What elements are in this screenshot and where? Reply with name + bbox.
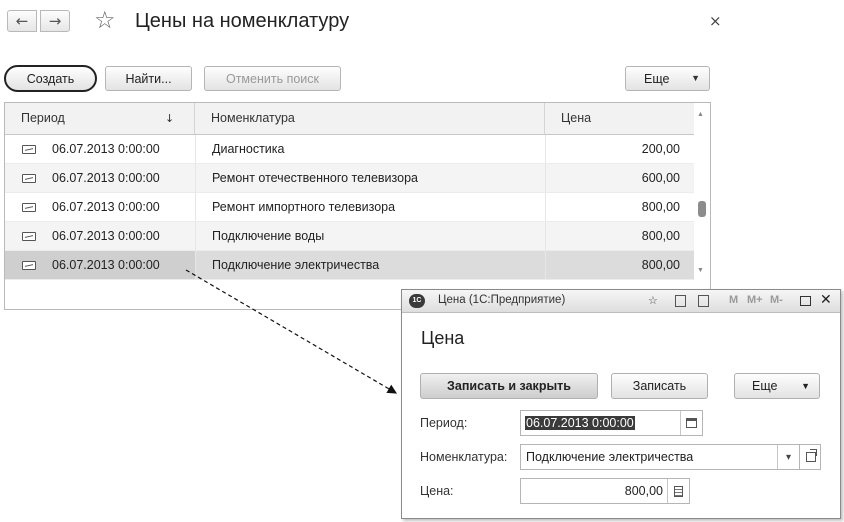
period-value: 06.07.2013 0:00:00: [525, 416, 635, 430]
dialog-titlebar[interactable]: 1С Цена (1С:Предприятие) ☆ M M+ M- ✕: [402, 290, 840, 313]
memory-minus-button[interactable]: M-: [770, 294, 783, 306]
save-and-close-button[interactable]: Записать и закрыть: [420, 373, 598, 399]
more-menu-button[interactable]: Еще ▼: [734, 373, 820, 399]
dialog-window-title: Цена (1С:Предприятие): [438, 294, 566, 306]
memory-button[interactable]: M: [729, 294, 738, 306]
1c-logo-icon: 1С: [409, 294, 425, 308]
price-label: Цена:: [420, 484, 454, 498]
memory-plus-button[interactable]: M+: [747, 294, 763, 306]
price-field[interactable]: 800,00: [520, 478, 690, 504]
chevron-down-icon[interactable]: ▾: [777, 445, 799, 469]
calculator-icon[interactable]: [675, 295, 686, 307]
item-value: Подключение электричества: [526, 450, 694, 464]
open-item-button[interactable]: [799, 444, 821, 470]
item-field[interactable]: Подключение электричества ▾: [520, 444, 800, 470]
more-label: Еще: [752, 379, 778, 393]
item-label: Номенклатура:: [420, 450, 508, 464]
save-button[interactable]: Записать: [611, 373, 708, 399]
calculator-icon[interactable]: [667, 479, 689, 503]
period-label: Период:: [420, 416, 468, 430]
price-record-dialog: 1С Цена (1С:Предприятие) ☆ M M+ M- ✕ Цен…: [401, 289, 841, 519]
price-value: 800,00: [624, 484, 663, 498]
period-field[interactable]: 06.07.2013 0:00:00: [520, 410, 703, 436]
dialog-heading: Цена: [421, 328, 465, 348]
calendar-icon[interactable]: [698, 295, 709, 307]
calendar-icon[interactable]: [680, 411, 702, 435]
favorite-icon[interactable]: ☆: [648, 294, 658, 307]
close-icon[interactable]: ✕: [820, 292, 832, 308]
chevron-down-icon: ▼: [801, 381, 810, 391]
maximize-icon[interactable]: [800, 296, 811, 306]
open-icon: [800, 445, 822, 469]
